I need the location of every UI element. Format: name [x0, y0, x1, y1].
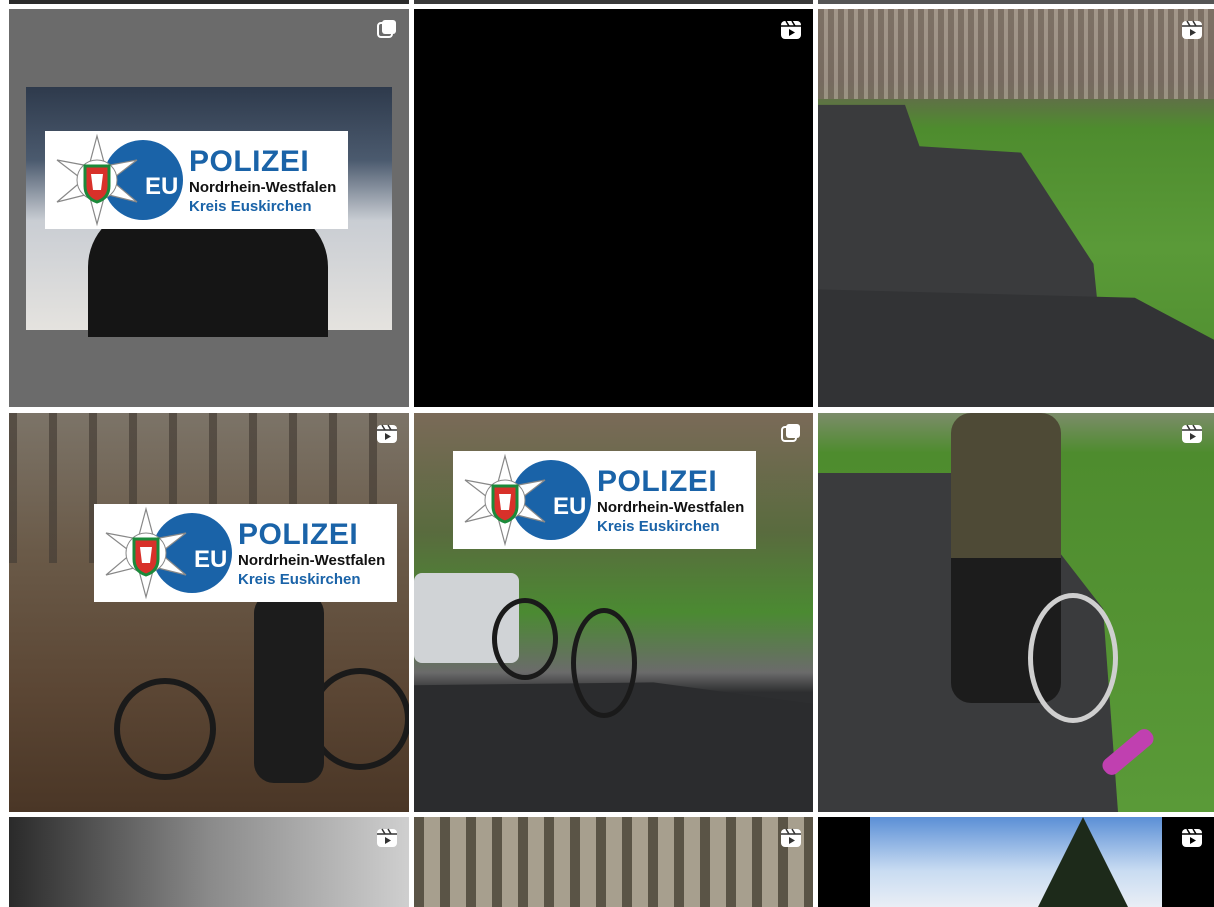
polizei-logo: EU POLIZEI Nordrhein-Westfalen Kreis Eus…: [45, 131, 348, 229]
reel-icon: [1180, 422, 1204, 446]
reel-icon: [375, 422, 399, 446]
post-tile[interactable]: [818, 817, 1214, 907]
trees: [818, 9, 1214, 99]
post-tile[interactable]: [818, 0, 1214, 4]
post-tile[interactable]: [414, 817, 813, 907]
logo-title: POLIZEI: [238, 518, 359, 551]
mtb-bike-wheel: [309, 668, 409, 770]
polizei-logo: EU POLIZEI Nordrhein-Westfalen Kreis Eus…: [453, 451, 756, 549]
bike-rear-wheel: [571, 608, 637, 718]
reel-icon: [1180, 18, 1204, 42]
polizei-emblem: EU: [459, 452, 593, 548]
polizei-emblem: EU: [51, 132, 185, 228]
reel-icon: [779, 18, 803, 42]
logo-line1: Nordrhein-Westfalen: [597, 499, 745, 516]
post-tile[interactable]: [414, 9, 813, 407]
svg-text:EU: EU: [553, 493, 586, 520]
logo-line1: Nordrhein-Westfalen: [238, 552, 386, 569]
posts-grid: EU POLIZEI Nordrhein-Westfalen Kreis Eus…: [0, 0, 1214, 907]
logo-line2: Kreis Euskirchen: [238, 570, 361, 588]
post-tile[interactable]: [414, 0, 813, 4]
post-tile[interactable]: EU POLIZEI Nordrhein-Westfalen Kreis Eus…: [9, 413, 409, 812]
carousel-icon: [779, 422, 803, 446]
post-tile[interactable]: [9, 817, 409, 907]
bike-wheel: [1028, 593, 1118, 723]
svg-text:EU: EU: [145, 173, 178, 200]
post-tile[interactable]: EU POLIZEI Nordrhein-Westfalen Kreis Eus…: [414, 413, 813, 812]
post-tile[interactable]: [818, 413, 1214, 812]
post-tile[interactable]: EU POLIZEI Nordrhein-Westfalen Kreis Eus…: [9, 9, 409, 407]
post-tile[interactable]: [9, 0, 409, 4]
post-tile[interactable]: [818, 9, 1214, 407]
logo-line1: Nordrhein-Westfalen: [189, 179, 337, 196]
carousel-icon: [375, 18, 399, 42]
polizei-emblem: EU: [100, 505, 234, 601]
logo-title: POLIZEI: [189, 145, 310, 178]
logo-line2: Kreis Euskirchen: [189, 197, 312, 215]
reel-icon: [779, 826, 803, 850]
polizei-logo: EU POLIZEI Nordrhein-Westfalen Kreis Eus…: [94, 504, 397, 602]
rider: [254, 593, 324, 783]
logo-line2: Kreis Euskirchen: [597, 517, 720, 535]
logo-title: POLIZEI: [597, 465, 718, 498]
reel-icon: [1180, 826, 1204, 850]
svg-text:EU: EU: [194, 546, 227, 573]
reel-icon: [375, 826, 399, 850]
mtb-bike: [114, 678, 216, 780]
bike-front-wheel: [492, 598, 558, 680]
